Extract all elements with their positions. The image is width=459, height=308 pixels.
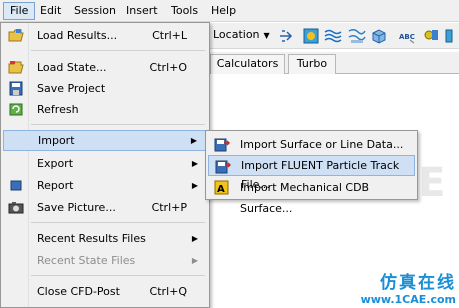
submenu-arrow-icon: ▶ <box>190 136 197 145</box>
pointer-icon[interactable] <box>422 27 440 45</box>
logo-chinese-text: 仿真在线 <box>380 273 456 293</box>
menu-item-label: Report <box>37 179 74 192</box>
menu-item-label: Save Picture... <box>37 201 116 214</box>
menu-item-shortcut: Ctrl+L <box>152 29 187 42</box>
menu-help[interactable]: Help <box>205 2 242 20</box>
menu-item-export[interactable]: Export ▶ <box>3 153 207 174</box>
menu-item-label: Refresh <box>37 103 79 116</box>
menu-item-report[interactable]: Report ▶ <box>3 175 207 196</box>
menu-item-label: Recent Results Files <box>37 232 146 245</box>
particle-track-icon[interactable] <box>348 27 366 45</box>
submenu-item-label: Import Surface or Line Data... <box>240 138 404 151</box>
menu-item-label: Import <box>38 134 75 147</box>
menu-item-shortcut: Ctrl+O <box>149 61 187 74</box>
menu-item-recent-state: Recent State Files ▶ <box>3 250 207 271</box>
report-icon <box>10 180 22 191</box>
menu-edit[interactable]: Edit <box>34 2 67 20</box>
menu-item-recent-results[interactable]: Recent Results Files ▶ <box>3 228 207 249</box>
text-icon[interactable]: ABC <box>398 27 416 45</box>
svg-text:ABC: ABC <box>399 33 415 41</box>
menu-item-import[interactable]: Import ▶ <box>3 130 207 151</box>
menu-item-save-picture[interactable]: Save Picture... Ctrl+P <box>3 197 207 218</box>
save-project-icon <box>9 81 23 96</box>
location-dropdown[interactable]: Location ▼ <box>213 28 270 41</box>
submenu-item-import-surface[interactable]: Import Surface or Line Data... <box>208 134 415 155</box>
logo-url-text: www.1CAE.com <box>360 293 456 306</box>
refresh-icon <box>9 103 23 116</box>
menu-item-label: Close CFD-Post <box>37 285 120 298</box>
submenu-item-label: Import Mechanical CDB Surface... <box>240 181 370 215</box>
menu-separator <box>31 275 205 276</box>
menu-item-shortcut: Ctrl+P <box>151 201 187 214</box>
submenu-arrow-icon: ▶ <box>191 181 198 190</box>
chevron-down-icon: ▼ <box>263 31 270 40</box>
menu-item-label: Recent State Files <box>37 254 136 267</box>
tab-turbo[interactable]: Turbo <box>288 54 336 74</box>
streamline-icon[interactable] <box>324 27 342 45</box>
menu-item-label: Load Results... <box>37 29 118 42</box>
menu-item-label: Save Project <box>37 82 106 95</box>
location-label: Location <box>213 28 260 41</box>
folder-state-icon <box>8 61 24 74</box>
file-menu: Load Results... Ctrl+L Load State... Ctr… <box>0 22 210 308</box>
folder-open-icon <box>8 29 24 42</box>
menu-session[interactable]: Session <box>68 2 122 20</box>
import-surface-icon <box>214 138 230 152</box>
menu-separator <box>31 124 205 125</box>
import-submenu: Import Surface or Line Data... Import FL… <box>205 130 418 215</box>
menu-item-save-project[interactable]: Save Project <box>3 78 207 99</box>
camera-icon <box>8 202 24 214</box>
menu-item-label: Export <box>37 157 74 170</box>
menu-item-load-state[interactable]: Load State... Ctrl+O <box>3 57 207 78</box>
tab-calculators[interactable]: Calculators <box>210 54 285 74</box>
volume-icon[interactable] <box>370 27 388 45</box>
submenu-item-import-fluent[interactable]: Import FLUENT Particle Track File... <box>208 155 415 191</box>
menu-separator <box>31 222 205 223</box>
import-cdb-icon: A <box>214 180 229 195</box>
menu-separator <box>31 50 205 51</box>
menu-item-label: Load State... <box>37 61 107 74</box>
site-logo: 仿真在线 www.1CAE.com <box>344 268 456 306</box>
menu-item-refresh[interactable]: Refresh <box>3 99 207 120</box>
tab-bar: Calculators Turbo <box>210 52 459 74</box>
menu-tools[interactable]: Tools <box>165 2 204 20</box>
toolbar: Location ▼ ABC <box>210 23 459 49</box>
svg-text:A: A <box>217 184 225 195</box>
menu-item-shortcut: Ctrl+Q <box>149 285 187 298</box>
menu-item-load-results[interactable]: Load Results... Ctrl+L <box>3 25 207 46</box>
submenu-arrow-icon: ▶ <box>191 234 198 243</box>
menu-insert[interactable]: Insert <box>120 2 164 20</box>
submenu-arrow-icon: ▶ <box>191 256 198 265</box>
submenu-item-import-cdb[interactable]: A Import Mechanical CDB Surface... <box>208 177 415 215</box>
menu-file[interactable]: File <box>3 2 36 20</box>
submenu-arrow-icon: ▶ <box>191 159 198 168</box>
menu-item-close[interactable]: Close CFD-Post Ctrl+Q <box>3 281 207 302</box>
import-fluent-icon <box>215 160 231 174</box>
menu-bar: File Edit Session Insert Tools Help <box>0 0 459 22</box>
vector-icon[interactable] <box>278 27 296 45</box>
contour-icon[interactable] <box>302 27 320 45</box>
legend-icon[interactable] <box>444 27 459 45</box>
